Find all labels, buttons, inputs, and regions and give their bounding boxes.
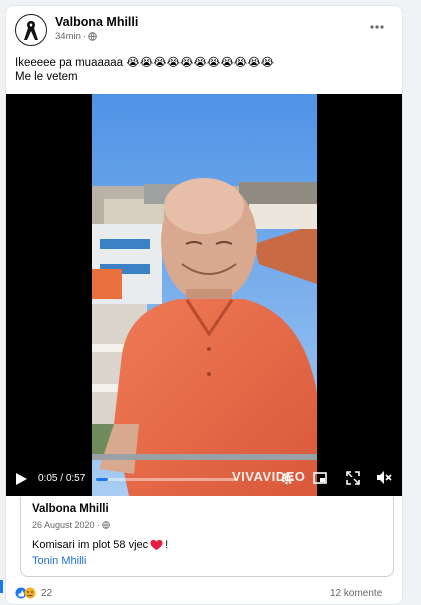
comment-count[interactable]: 12 komente — [330, 588, 382, 599]
caption-line-2: Me le vetem — [15, 71, 78, 83]
reaction-summary[interactable]: 22 — [15, 587, 52, 599]
shared-post-date[interactable]: 26 August 2020 — [32, 520, 95, 530]
reaction-icons — [15, 587, 36, 599]
pip-icon[interactable] — [313, 471, 327, 485]
video-progress-fill — [96, 478, 109, 481]
post-meta: 34min · — [55, 31, 97, 42]
video-time-total: 0:57 — [65, 473, 86, 484]
meta-dot: · — [82, 31, 87, 42]
video-player[interactable]: 0:05 / 0:57 VIVAVIDEO — [6, 94, 402, 496]
shared-post-meta: 26 August 2020 · — [32, 520, 110, 530]
fullscreen-icon[interactable] — [346, 471, 360, 485]
post-card: Valbona Mhilli 34min · Ikeeeee pa muaaaa… — [5, 5, 403, 605]
shared-post-author[interactable]: Valbona Mhilli — [32, 503, 109, 515]
post-author-name[interactable]: Valbona Mhilli — [55, 15, 138, 29]
shared-post-text: Komisari im plot 58 vjec — [32, 539, 149, 551]
shared-post-text-end: ! — [165, 539, 169, 551]
tagged-user-link[interactable]: Tonin Mhilli — [32, 555, 86, 567]
mute-icon[interactable] — [376, 470, 392, 485]
post-caption: Ikeeeee pa muaaaaa 😭😭😭😭😭😭😭😭😭😭😭 Me le vet… — [15, 56, 274, 84]
heart-icon — [150, 539, 163, 551]
video-time-separator: / — [57, 473, 66, 484]
more-options-button[interactable] — [368, 20, 386, 34]
video-controls: 0:05 / 0:57 VIVAVIDEO — [6, 456, 402, 496]
caption-line-1: Ikeeeee pa muaaaaa 😭😭😭😭😭😭😭😭😭😭😭 — [15, 57, 275, 69]
settings-icon[interactable] — [280, 471, 295, 486]
selection-marker — [0, 580, 3, 593]
globe-icon — [101, 521, 110, 529]
video-time-current: 0:05 — [38, 473, 58, 484]
video-progress-track[interactable] — [96, 478, 236, 481]
shared-post-card[interactable]: Valbona Mhilli 26 August 2020 · Komisari… — [20, 497, 394, 577]
video-frame — [6, 94, 402, 496]
play-icon[interactable] — [14, 472, 28, 486]
globe-icon — [88, 32, 97, 41]
reaction-count: 22 — [41, 587, 53, 599]
author-avatar[interactable] — [15, 14, 47, 46]
shared-post-text-row: Komisari im plot 58 vjec ! — [32, 539, 168, 551]
more-horizontal-icon — [370, 25, 384, 29]
black-ribbon-icon — [24, 21, 38, 40]
page-background-edge — [404, 0, 421, 593]
video-time: 0:05 / 0:57 — [38, 473, 85, 484]
post-time[interactable]: 34min — [55, 31, 81, 42]
meta-dot: · — [96, 520, 100, 530]
